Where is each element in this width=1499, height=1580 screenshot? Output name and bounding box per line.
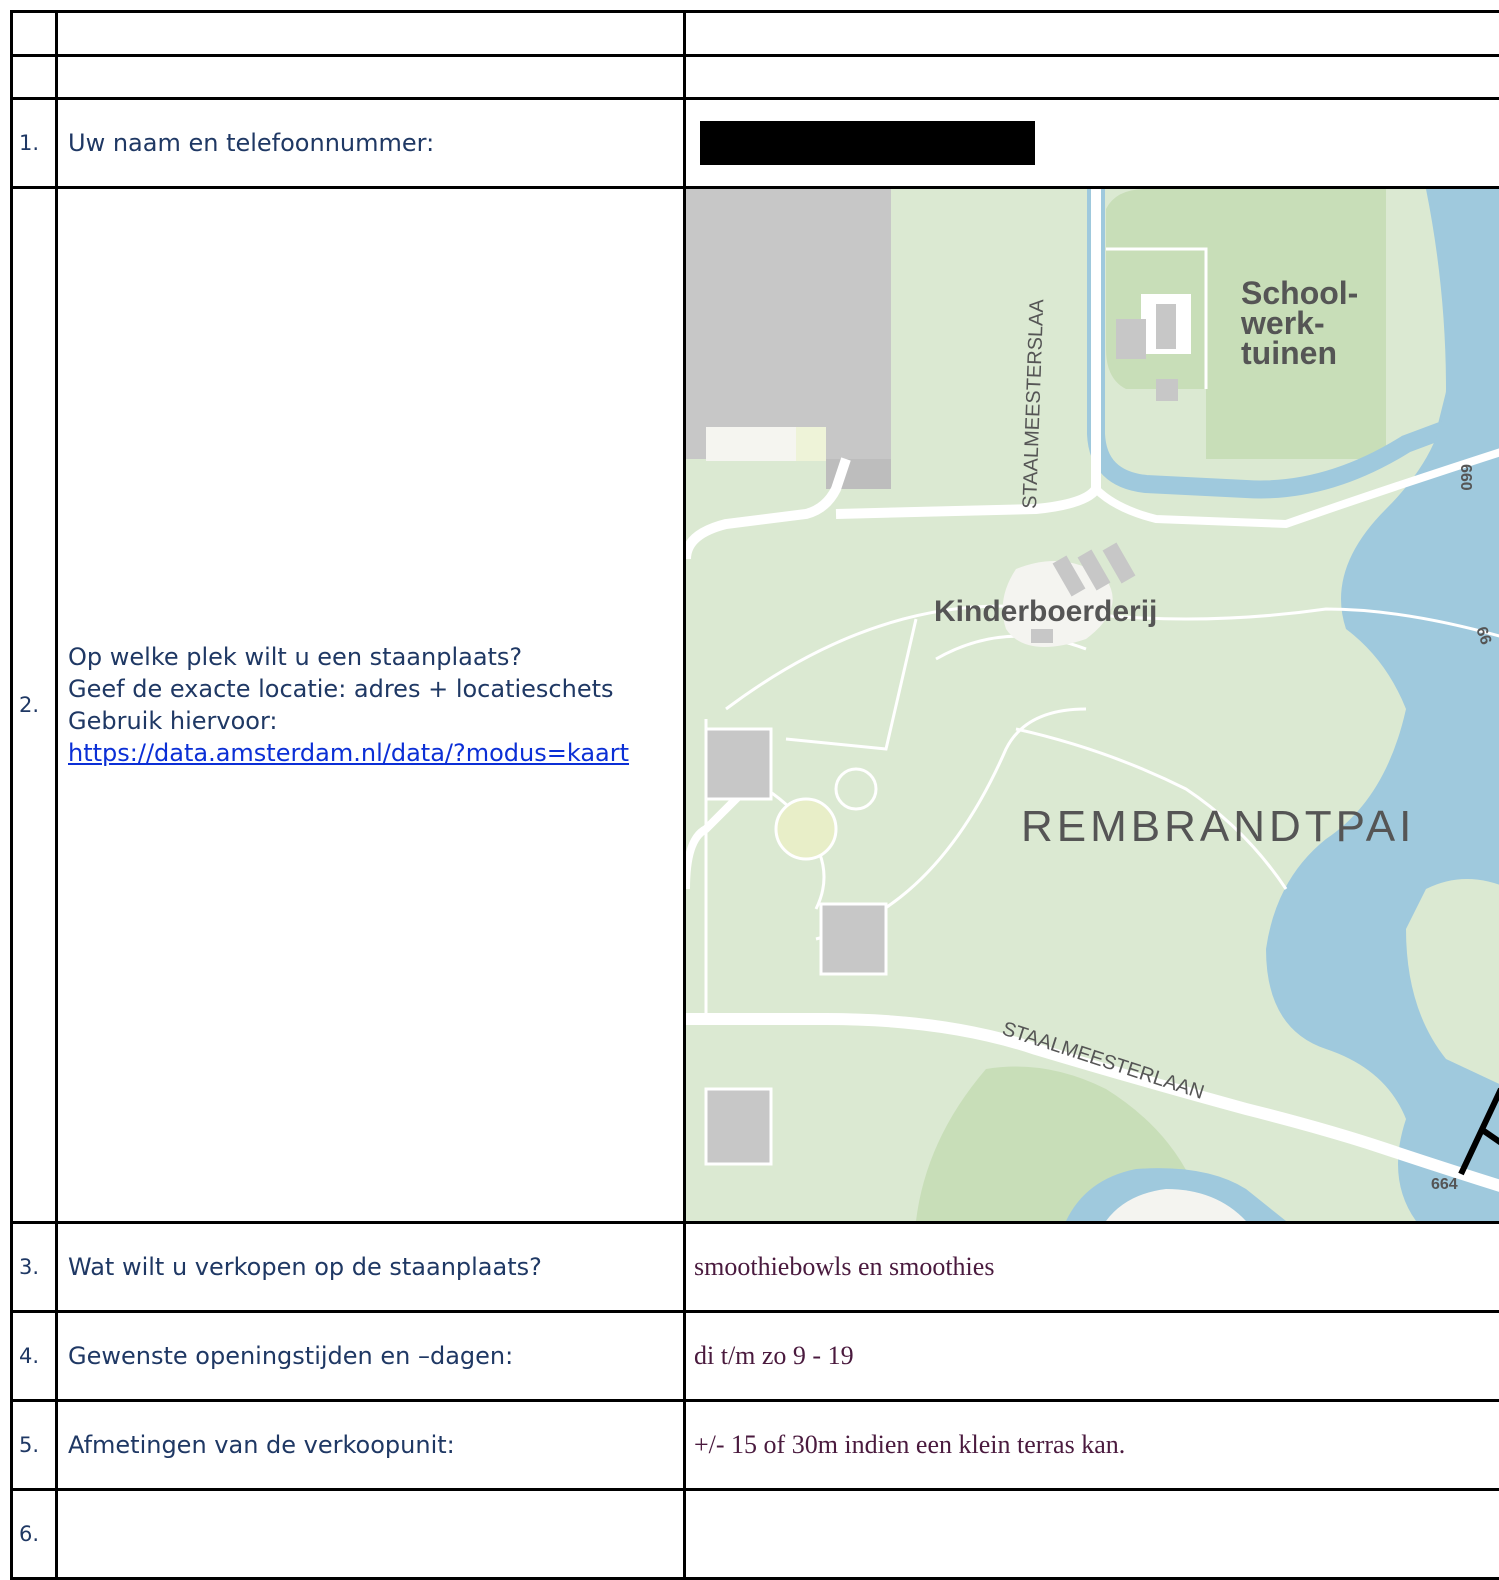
building [819, 902, 888, 976]
building [1156, 304, 1176, 349]
building [706, 427, 796, 461]
answer-hours: di t/m zo 9 - 19 [683, 1310, 1499, 1402]
question-line: Op welke plek wilt u een staanplaats? [68, 643, 523, 671]
pond [774, 797, 838, 861]
redaction-box [700, 121, 1035, 165]
table-row [10, 54, 1499, 100]
question-name-phone: Uw naam en telefoonnummer: [55, 97, 686, 189]
location-map: School- werk- tuinen Kinderboerderij REM… [683, 186, 1499, 1224]
table-row: 4. Gewenste openingstijden en –dagen: di… [10, 1310, 1499, 1402]
map-link[interactable]: https://data.amsterdam.nl/data/?modus=ka… [68, 739, 629, 767]
building [704, 1087, 773, 1166]
label-road-number: 664 [1431, 1176, 1458, 1193]
building [1116, 319, 1146, 359]
answer-name-phone [683, 97, 1499, 189]
question-hours: Gewenste openingstijden en –dagen: [55, 1310, 686, 1402]
question-location: Op welke plek wilt u een staanplaats? Ge… [55, 186, 686, 1224]
row-number: 2. [10, 186, 58, 1224]
row-number: 5. [10, 1399, 58, 1491]
answer-sell: smoothiebowls en smoothies [683, 1221, 1499, 1313]
row-number: 3. [10, 1221, 58, 1313]
row-number: 4. [10, 1310, 58, 1402]
row-number: 6. [10, 1488, 58, 1580]
table-row [10, 10, 1499, 57]
answer-size: +/- 15 of 30m indien een klein terras ka… [683, 1399, 1499, 1491]
application-form-table: 1. Uw naam en telefoonnummer: 2. Op welk… [10, 10, 1499, 1580]
question-size: Afmetingen van de verkoopunit: [55, 1399, 686, 1491]
label-school: tuinen [1241, 335, 1337, 371]
park-map: School- werk- tuinen Kinderboerderij REM… [686, 189, 1499, 1221]
answer-cell [683, 10, 1499, 57]
row-number: 1. [10, 97, 58, 189]
row-number [10, 54, 58, 100]
building [704, 727, 773, 801]
table-row: 5. Afmetingen van de verkoopunit: +/- 15… [10, 1399, 1499, 1491]
label-road-number: 660 [1457, 464, 1474, 491]
table-row: 3. Wat wilt u verkopen op de staanplaats… [10, 1221, 1499, 1313]
question-line: Geef de exacte locatie: adres + locaties… [68, 675, 614, 703]
question-cell [55, 10, 686, 57]
building [1156, 379, 1178, 401]
answer-cell [683, 54, 1499, 100]
row-number [10, 10, 58, 57]
label-park: REMBRANDTPAI [1021, 802, 1415, 851]
question-cell [55, 1488, 686, 1580]
building [796, 427, 826, 461]
label-kinderboerderij: Kinderboerderij [934, 595, 1157, 628]
table-row: 1. Uw naam en telefoonnummer: [10, 97, 1499, 189]
table-row: 6. [10, 1488, 1499, 1580]
question-line: Gebruik hiervoor: [68, 707, 278, 735]
question-cell [55, 54, 686, 100]
answer-cell [683, 1488, 1499, 1580]
building [686, 189, 891, 459]
question-sell: Wat wilt u verkopen op de staanplaats? [55, 1221, 686, 1313]
table-row: 2. Op welke plek wilt u een staanplaats?… [10, 186, 1499, 1224]
building [1031, 629, 1053, 643]
